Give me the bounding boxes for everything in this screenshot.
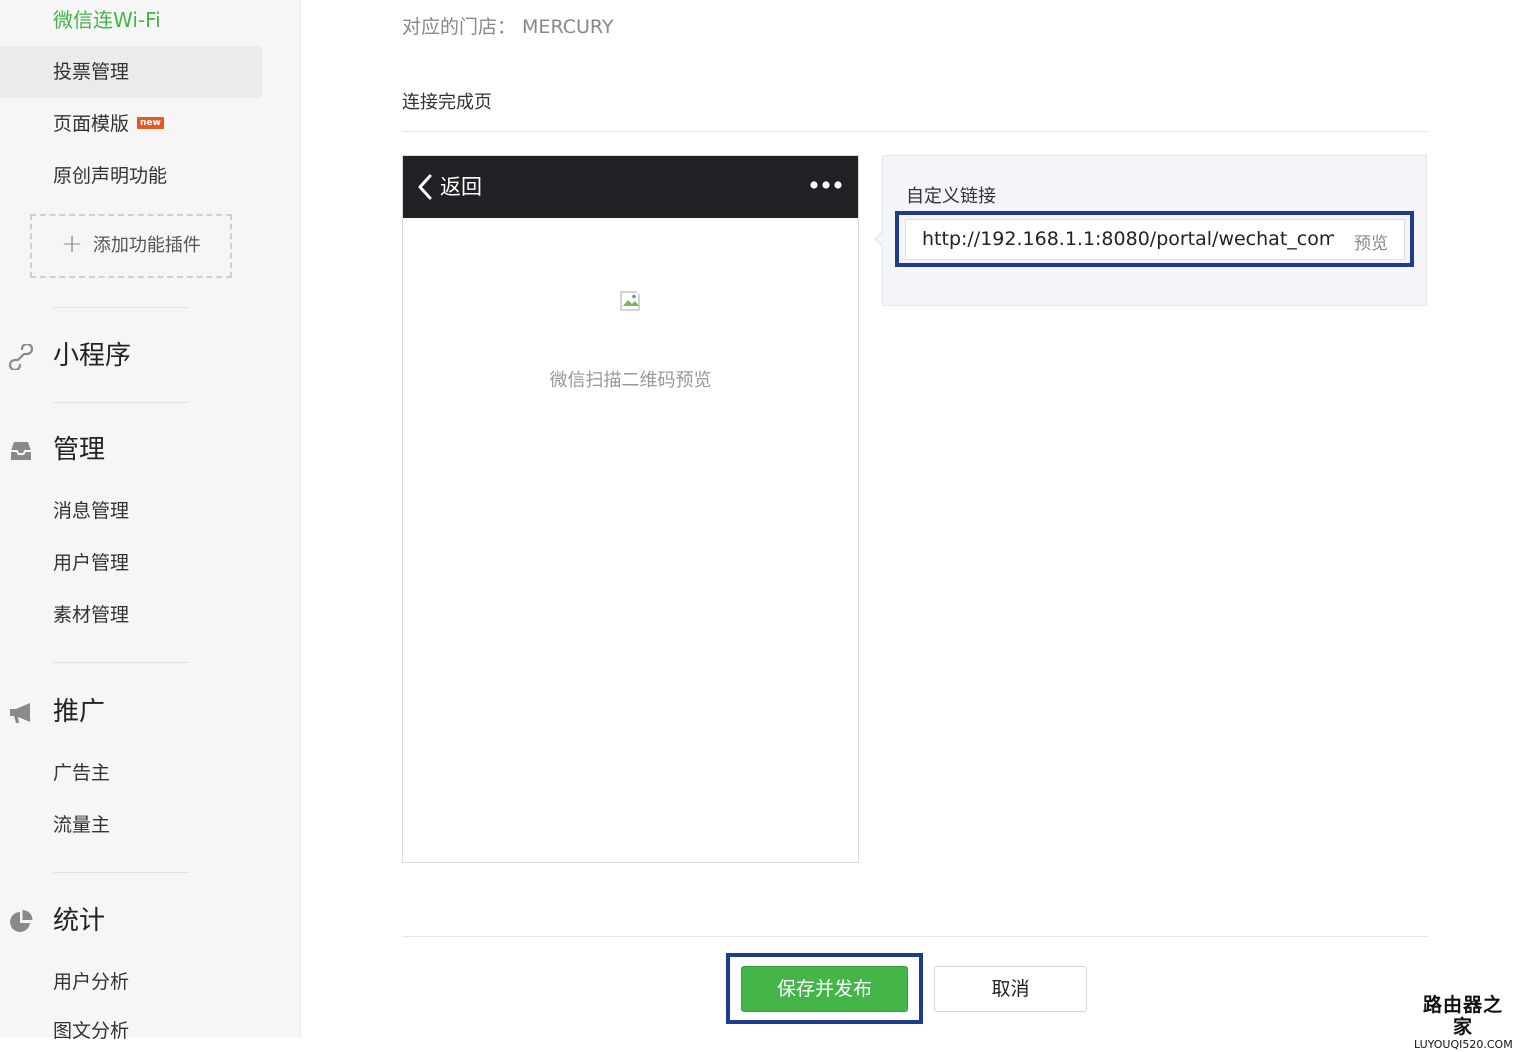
sidebar-divider <box>53 872 189 873</box>
sidebar-item-vote-management[interactable]: 投票管理 <box>0 46 262 98</box>
section-title: 管理 <box>53 435 106 465</box>
sidebar-section-statistics[interactable]: 统计 <box>0 899 262 943</box>
sidebar-section-management[interactable]: 管理 <box>0 428 262 472</box>
sidebar-section-mini-program[interactable]: 小程序 <box>0 334 262 378</box>
custom-link-value[interactable]: http://192.168.1.1:8080/portal/wechat_co… <box>922 228 1334 250</box>
sidebar-divider <box>53 662 189 663</box>
new-badge: new <box>137 116 164 129</box>
sidebar-item-advertiser[interactable]: 广告主 <box>53 758 110 788</box>
megaphone-icon <box>10 703 30 723</box>
sidebar-divider <box>53 402 189 403</box>
phone-header-bar: 返回 <box>403 156 858 218</box>
sidebar-section-promotion[interactable]: 推广 <box>0 690 262 734</box>
sidebar-item-label: 投票管理 <box>53 61 130 83</box>
sidebar-item-original-declaration[interactable]: 原创声明功能 <box>0 150 262 202</box>
sidebar-item-message-management[interactable]: 消息管理 <box>53 496 129 526</box>
sidebar-item-user-management[interactable]: 用户管理 <box>53 548 129 578</box>
sidebar-divider <box>53 307 189 308</box>
sidebar-item-label: 广告主 <box>53 762 111 784</box>
sidebar-item-label: 图文分析 <box>53 1020 130 1042</box>
sidebar-item-label: 微信连Wi-Fi <box>53 8 161 32</box>
phone-preview: 返回 微信扫描二维码预览 <box>402 155 859 863</box>
sidebar-item-article-analysis[interactable]: 图文分析 <box>53 1016 129 1046</box>
link-icon <box>8 344 34 370</box>
sidebar-item-traffic-owner[interactable]: 流量主 <box>53 810 110 840</box>
section-title: 推广 <box>53 697 106 727</box>
watermark-cn: 路由器之家 <box>1422 994 1503 1038</box>
inbox-icon <box>11 442 31 460</box>
watermark-logo: 路由器之家 LUYOUQI520.COM <box>1414 994 1513 1052</box>
chevron-left-icon[interactable] <box>417 174 433 200</box>
sidebar-item-label: 页面模版 <box>53 113 130 135</box>
store-label: 对应的门店： MERCURY <box>402 16 614 38</box>
sidebar-item-label: 原创声明功能 <box>53 165 168 187</box>
broken-image-icon <box>620 289 643 311</box>
panel-arrow-inner <box>876 232 883 246</box>
sidebar-item-wechat-wifi[interactable]: 微信连Wi-Fi <box>0 0 262 46</box>
sidebar-item-page-template[interactable]: 页面模版 new <box>0 98 262 150</box>
sidebar-item-label: 素材管理 <box>53 604 130 626</box>
section-title: 统计 <box>53 906 106 936</box>
divider <box>402 131 1428 132</box>
page-label: 连接完成页 <box>402 92 492 113</box>
qr-preview-caption: 微信扫描二维码预览 <box>549 370 712 391</box>
add-plugin-label: 添加功能插件 <box>92 235 201 256</box>
sidebar: 微信连Wi-Fi 投票管理 页面模版 new 原创声明功能 + 添加功能插件 小程序… <box>0 0 301 1042</box>
watermark-en: LUYOUQI520.COM <box>1414 1038 1513 1051</box>
section-title: 小程序 <box>53 341 132 371</box>
back-link[interactable]: 返回 <box>440 171 482 201</box>
cancel-button[interactable]: 取消 <box>934 966 1087 1012</box>
custom-link-input[interactable]: http://192.168.1.1:8080/portal/wechat_co… <box>905 219 1405 260</box>
sidebar-item-label: 消息管理 <box>53 500 130 522</box>
save-and-publish-button[interactable]: 保存并发布 <box>741 966 908 1012</box>
add-plugin-button[interactable]: + 添加功能插件 <box>30 214 232 278</box>
sidebar-item-label: 用户管理 <box>53 552 130 574</box>
sidebar-item-user-analysis[interactable]: 用户分析 <box>53 967 129 997</box>
pie-chart-icon <box>10 910 33 932</box>
custom-link-title: 自定义链接 <box>906 186 996 207</box>
preview-link[interactable]: 预览 <box>1354 229 1388 254</box>
sidebar-item-label: 流量主 <box>53 814 111 836</box>
more-icon[interactable] <box>810 180 842 190</box>
divider <box>402 936 1428 937</box>
plus-icon: + <box>61 229 83 259</box>
sidebar-item-label: 用户分析 <box>53 971 130 993</box>
sidebar-item-material-management[interactable]: 素材管理 <box>53 600 129 630</box>
